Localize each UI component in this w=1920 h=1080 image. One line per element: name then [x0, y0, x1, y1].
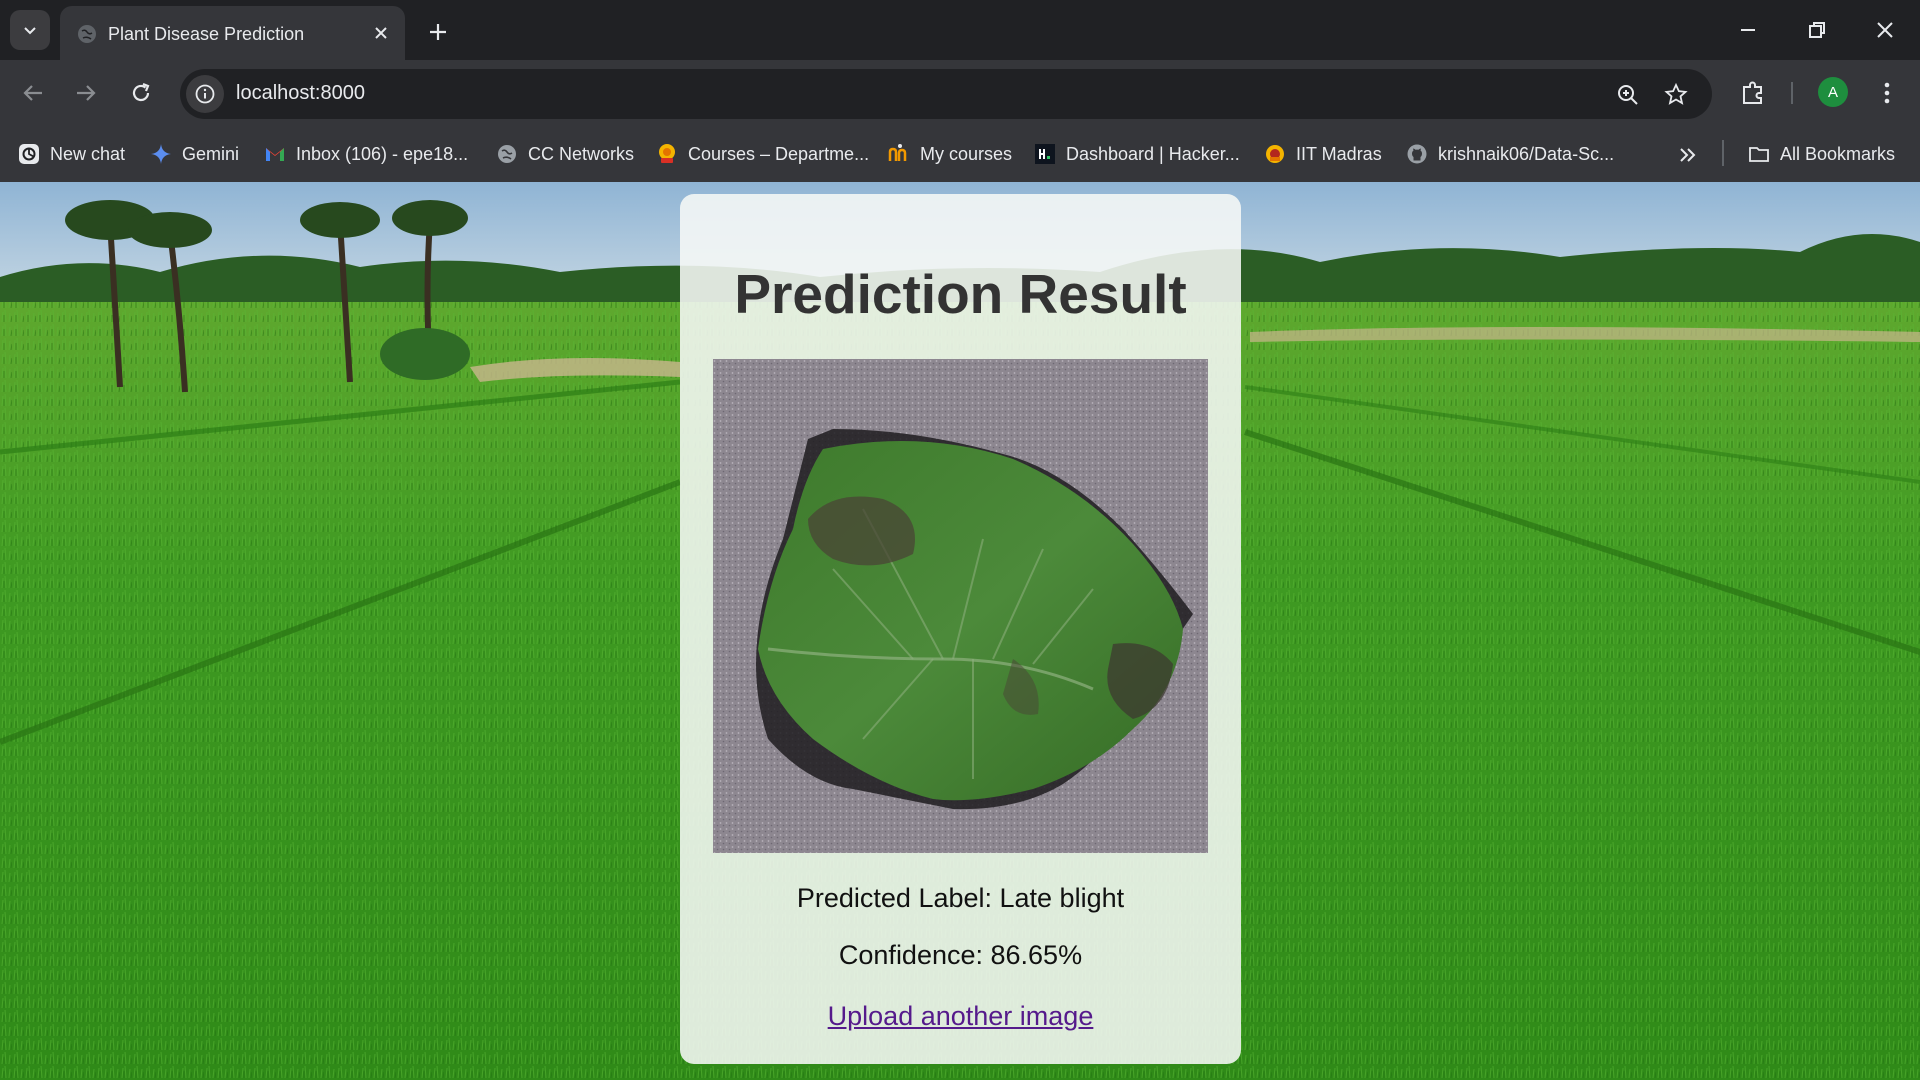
chevron-down-icon	[24, 27, 36, 35]
result-card: Prediction Result Predicted Label: Late …	[680, 194, 1241, 1064]
folder-icon	[1749, 147, 1769, 162]
profile-avatar[interactable]: A	[1818, 77, 1848, 107]
uploaded-leaf-image	[713, 359, 1208, 853]
all-bookmarks-label: All Bookmarks	[1780, 143, 1896, 164]
gmail-icon	[266, 148, 284, 161]
bookmark-label: New chat	[50, 143, 126, 164]
bookmark-github-repo[interactable]: krishnaik06/Data-Sc...	[1406, 139, 1614, 169]
reload-icon[interactable]	[126, 78, 156, 108]
tab-search-button[interactable]	[10, 10, 50, 50]
new-tab-icon[interactable]	[424, 18, 452, 46]
toolbar-divider	[1791, 82, 1793, 104]
iitm-icon	[1266, 145, 1284, 163]
forward-arrow-icon[interactable]	[71, 78, 101, 108]
bookmark-new-chat[interactable]: New chat	[18, 139, 125, 169]
page-title: Prediction Result	[734, 263, 1187, 325]
bookmarks-divider	[1722, 140, 1724, 166]
bookmark-label: CC Networks	[528, 143, 635, 164]
globe-icon	[78, 25, 96, 43]
extensions-icon[interactable]	[1738, 78, 1768, 108]
minimize-icon[interactable]	[1734, 16, 1762, 44]
bookmark-courses-department[interactable]: Courses – Departme...	[656, 139, 869, 169]
predicted-label: Predicted Label: Late blight	[796, 883, 1125, 913]
address-bar[interactable]: localhost:8000	[180, 69, 1712, 119]
info-icon	[195, 84, 215, 104]
globe-icon	[498, 145, 516, 163]
active-tab[interactable]: Plant Disease Prediction	[60, 6, 405, 60]
bookmark-label: krishnaik06/Data-Sc...	[1438, 143, 1615, 164]
close-tab-icon[interactable]	[371, 23, 391, 43]
upload-another-image-link[interactable]: Upload another image	[680, 1001, 1241, 1032]
page-viewport: Prediction Result Predicted Label: Late …	[0, 182, 1920, 1080]
bookmark-iit-madras[interactable]: IIT Madras	[1264, 139, 1382, 169]
all-bookmarks-button[interactable]: All Bookmarks	[1748, 139, 1895, 169]
browser-toolbar: localhost:8000 A	[0, 60, 1920, 126]
menu-dots-icon[interactable]	[1872, 78, 1902, 108]
bookmark-label: My courses	[920, 143, 1013, 164]
bookmark-label: Courses – Departme...	[688, 143, 870, 164]
back-arrow-icon[interactable]	[18, 78, 48, 108]
confidence-value: Confidence: 86.65%	[838, 940, 1083, 970]
tab-strip: Plant Disease Prediction	[0, 0, 1920, 60]
bookmark-gmail-inbox[interactable]: Inbox (106) - epe18...	[264, 139, 468, 169]
restore-icon[interactable]	[1803, 16, 1831, 44]
site-info-button[interactable]	[186, 75, 224, 113]
gemini-icon	[151, 144, 171, 164]
bookmark-cc-networks[interactable]: CC Networks	[496, 139, 634, 169]
more-bookmarks-chevron-icon[interactable]	[1676, 143, 1700, 167]
bookmark-label: Dashboard | Hacker...	[1066, 143, 1240, 164]
url-text[interactable]: localhost:8000	[236, 82, 365, 105]
openai-icon	[19, 144, 39, 164]
hackerrank-icon	[1035, 144, 1055, 164]
close-window-icon[interactable]	[1871, 16, 1899, 44]
my-courses-icon	[888, 144, 907, 161]
bookmark-label: Gemini	[182, 143, 240, 164]
bookmark-label: IIT Madras	[1296, 143, 1382, 164]
bookmarks-bar: New chat Gemini Inbox (106) - epe18... C…	[0, 126, 1920, 182]
bookmark-label: Inbox (106) - epe18...	[296, 143, 469, 164]
tab-title: Plant Disease Prediction	[108, 24, 305, 44]
bookmark-gemini[interactable]: Gemini	[150, 139, 239, 169]
github-icon	[1407, 144, 1427, 164]
bookmark-hackerrank-dashboard[interactable]: Dashboard | Hacker...	[1034, 139, 1240, 169]
star-icon[interactable]	[1662, 81, 1690, 109]
zoom-icon[interactable]	[1614, 81, 1642, 109]
bookmark-my-courses[interactable]: My courses	[888, 139, 1012, 169]
course-site-icon	[659, 144, 675, 163]
